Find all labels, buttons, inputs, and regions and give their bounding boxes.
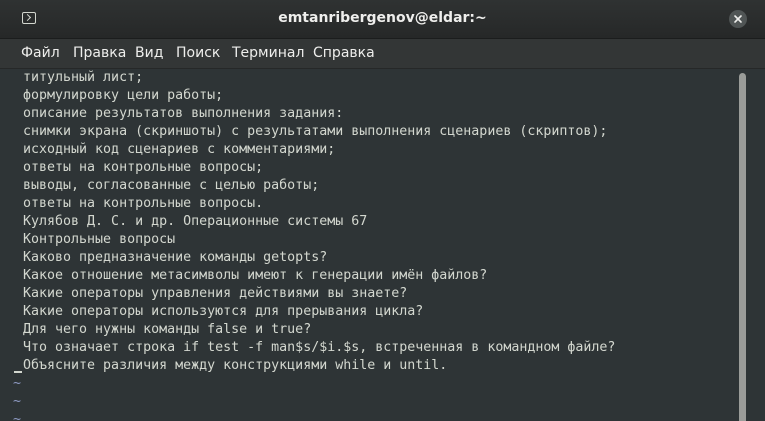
terminal-line: описание результатов выполнения задания: bbox=[23, 106, 344, 121]
terminal-line: формулировку цели работы; bbox=[23, 88, 224, 103]
window-edge bbox=[748, 69, 765, 421]
terminal-line: Каково предназначение команды getopts? bbox=[23, 250, 328, 265]
scrollbar-thumb[interactable] bbox=[739, 73, 746, 421]
terminal-line: Для чего нужны команды false и true? bbox=[23, 322, 312, 337]
terminal-line: Объясните различия между конструкциями w… bbox=[23, 358, 448, 373]
terminal-line: исходный код сценариев с комментариями; bbox=[23, 142, 336, 157]
terminal-line: Какие операторы используются для прерыва… bbox=[23, 304, 424, 319]
empty-line-marker: ~ bbox=[13, 376, 22, 391]
terminal-output[interactable]: титульный лист; формулировку цели работы… bbox=[0, 69, 738, 421]
terminal-window: emtanribergenov@eldar:~ Файл Правка Вид … bbox=[0, 0, 765, 421]
close-icon bbox=[734, 15, 742, 23]
menu-terminal[interactable]: Терминал bbox=[232, 45, 304, 61]
close-button[interactable] bbox=[729, 10, 747, 28]
terminal-line: ответы на контрольные вопросы; bbox=[23, 160, 264, 175]
terminal-line: Какое отношение метасимволы имеют к гене… bbox=[23, 268, 488, 283]
terminal-line: Кулябов Д. С. и др. Операционные системы… bbox=[23, 214, 368, 229]
terminal-line: Что означает строка if test -f man$s/$i.… bbox=[23, 340, 616, 355]
menu-edit[interactable]: Правка bbox=[73, 45, 126, 61]
menu-bar: Файл Правка Вид Поиск Терминал Справка bbox=[0, 39, 765, 69]
text-cursor bbox=[14, 371, 22, 373]
terminal-line: Какие операторы управления действиями вы… bbox=[23, 286, 408, 301]
terminal-line: Контрольные вопросы bbox=[23, 232, 176, 247]
window-title: emtanribergenov@eldar:~ bbox=[278, 10, 487, 26]
title-bar[interactable]: emtanribergenov@eldar:~ bbox=[0, 0, 765, 39]
terminal-line: снимки экрана (скриншоты) с результатами… bbox=[23, 124, 608, 139]
vertical-scrollbar[interactable] bbox=[738, 69, 748, 421]
menu-file[interactable]: Файл bbox=[21, 45, 60, 61]
menu-help[interactable]: Справка bbox=[313, 45, 375, 61]
empty-line-marker: ~ bbox=[13, 394, 22, 409]
terminal-line: выводы, согласованные с целью работы; bbox=[23, 178, 320, 193]
terminal-line: ответы на контрольные вопросы. bbox=[23, 196, 264, 211]
empty-line-marker: ~ bbox=[13, 412, 22, 421]
menu-search[interactable]: Поиск bbox=[176, 45, 220, 61]
terminal-line: титульный лист; bbox=[23, 70, 144, 85]
menu-view[interactable]: Вид bbox=[135, 45, 163, 61]
